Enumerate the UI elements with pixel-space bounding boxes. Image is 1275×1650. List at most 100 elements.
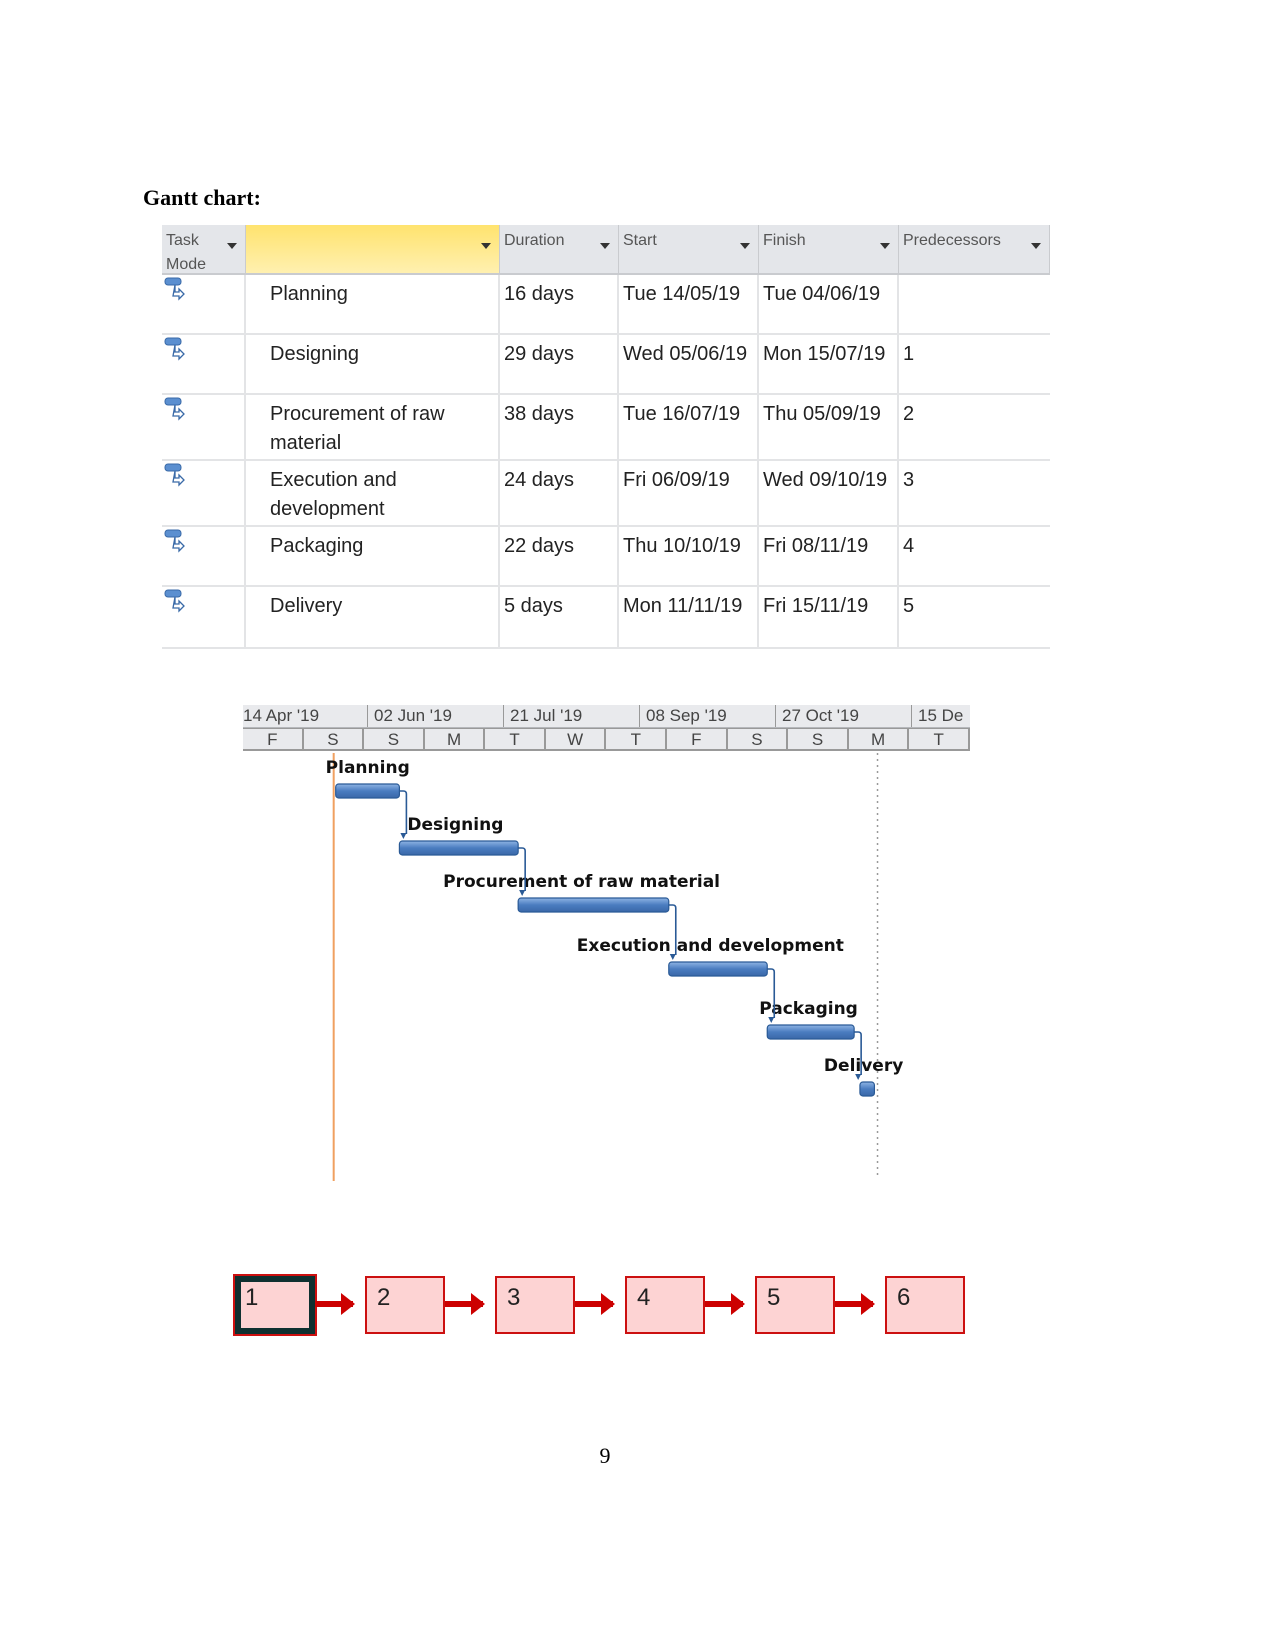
dropdown-arrow-icon[interactable] <box>481 243 491 249</box>
duration-cell[interactable]: 24 days <box>500 461 619 525</box>
task-mode-cell[interactable] <box>162 461 246 525</box>
task-name-cell[interactable]: Designing <box>246 335 500 393</box>
dependency-arrow-icon <box>519 890 526 896</box>
predecessors-cell[interactable]: 3 <box>899 461 1050 525</box>
task-bar-label: Execution and development <box>577 936 844 956</box>
task-name-cell[interactable]: Delivery <box>246 587 500 647</box>
predecessors-cell[interactable] <box>899 275 1050 333</box>
start-cell[interactable]: Fri 06/09/19 <box>619 461 759 525</box>
table-header: Task Mode Duration Start Finish Predeces… <box>162 225 1050 275</box>
network-diagram: 1 2 3 4 5 6 <box>233 1274 970 1336</box>
network-arrow-icon <box>575 1293 615 1315</box>
dependency-arrow-icon <box>669 954 676 960</box>
page-number: 9 <box>599 1443 611 1468</box>
predecessors-cell[interactable]: 5 <box>899 587 1050 647</box>
dependency-arrow-icon <box>855 1074 862 1080</box>
finish-cell[interactable]: Tue 04/06/19 <box>759 275 899 333</box>
task-mode-cell[interactable] <box>162 275 246 333</box>
task-bar <box>859 1081 876 1097</box>
start-cell[interactable]: Wed 05/06/19 <box>619 335 759 393</box>
predecessors-cell[interactable]: 4 <box>899 527 1050 585</box>
col-header-task-name[interactable] <box>246 225 500 273</box>
network-node-label: 1 <box>245 1284 259 1311</box>
col-header-duration[interactable]: Duration <box>500 225 619 273</box>
network-node-label: 5 <box>767 1284 781 1311</box>
auto-scheduled-task-icon <box>164 337 185 361</box>
auto-scheduled-task-icon <box>164 529 185 553</box>
network-node-label: 2 <box>377 1284 391 1311</box>
auto-scheduled-task-icon <box>164 463 185 487</box>
auto-scheduled-task-icon <box>164 397 185 421</box>
gantt-plot: Planning Designing Procurement of raw mate… <box>326 753 903 1181</box>
section-heading: Gantt chart: <box>143 185 261 210</box>
start-cell[interactable]: Thu 10/10/19 <box>619 527 759 585</box>
duration-cell[interactable]: 38 days <box>500 395 619 459</box>
finish-cell[interactable]: Wed 09/10/19 <box>759 461 899 525</box>
predecessors-cell[interactable]: 2 <box>899 395 1050 459</box>
table-row[interactable]: Packaging 22 days Thu 10/10/19 Fri 08/11/19… <box>162 527 1050 587</box>
task-bar-label: Planning <box>326 758 410 778</box>
task-mode-cell[interactable] <box>162 395 246 459</box>
dropdown-arrow-icon[interactable] <box>227 243 237 249</box>
task-mode-cell[interactable] <box>162 527 246 585</box>
network-arrow-icon <box>705 1293 745 1315</box>
finish-cell[interactable]: Thu 05/09/19 <box>759 395 899 459</box>
task-name-cell[interactable]: Planning <box>246 275 500 333</box>
col-header-finish[interactable]: Finish <box>759 225 899 273</box>
task-name-cell[interactable]: Packaging <box>246 527 500 585</box>
start-cell[interactable]: Mon 11/11/19 <box>619 587 759 647</box>
gantt-chart: 14 Apr '19 02 Jun '19 21 Jul '19 08 Sep '19… <box>243 705 970 1185</box>
dropdown-arrow-icon[interactable] <box>880 243 890 249</box>
dependency-link <box>399 790 408 834</box>
dropdown-arrow-icon[interactable] <box>740 243 750 249</box>
auto-scheduled-task-icon <box>164 277 185 301</box>
network-arrow-icon <box>315 1293 355 1315</box>
network-node[interactable]: 2 <box>365 1276 445 1334</box>
dependency-arrow-icon <box>400 833 407 839</box>
table-body: Planning 16 days Tue 14/05/19 Tue 04/06/19 D… <box>162 275 1050 649</box>
dependency-arrow-icon <box>768 1017 775 1023</box>
task-table: Task Mode Duration Start Finish Predeces… <box>162 225 1050 649</box>
col-header-task-mode[interactable]: Task Mode <box>162 225 246 273</box>
predecessors-cell[interactable]: 1 <box>899 335 1050 393</box>
dropdown-arrow-icon[interactable] <box>1031 243 1041 249</box>
duration-cell[interactable]: 5 days <box>500 587 619 647</box>
start-cell[interactable]: Tue 14/05/19 <box>619 275 759 333</box>
task-bar <box>766 1024 855 1040</box>
table-row[interactable]: Designing 29 days Wed 05/06/19 Mon 15/07/19… <box>162 335 1050 395</box>
network-node-label: 3 <box>507 1284 521 1311</box>
network-node[interactable]: 6 <box>885 1276 965 1334</box>
network-node-label: 6 <box>897 1284 911 1311</box>
table-row[interactable]: Delivery 5 days Mon 11/11/19 Fri 15/11/19 5 <box>162 587 1050 649</box>
task-mode-cell[interactable] <box>162 587 246 647</box>
task-name-cell[interactable]: Procurement of raw material <box>246 395 500 459</box>
task-bar-label: Delivery <box>824 1056 903 1076</box>
network-node[interactable]: 5 <box>755 1276 835 1334</box>
table-row[interactable]: Planning 16 days Tue 14/05/19 Tue 04/06/19 <box>162 275 1050 335</box>
task-name-cell[interactable]: Execution and development <box>246 461 500 525</box>
task-bar-label: Designing <box>407 815 503 835</box>
network-node[interactable]: 1 <box>233 1274 317 1336</box>
task-bar <box>517 897 670 913</box>
col-header-predecessors[interactable]: Predecessors <box>899 225 1050 273</box>
network-arrow-icon <box>835 1293 875 1315</box>
finish-cell[interactable]: Fri 15/11/19 <box>759 587 899 647</box>
finish-cell[interactable]: Fri 08/11/19 <box>759 527 899 585</box>
table-row[interactable]: Execution and development 24 days Fri 06/0… <box>162 461 1050 527</box>
duration-cell[interactable]: 29 days <box>500 335 619 393</box>
col-header-start[interactable]: Start <box>619 225 759 273</box>
auto-scheduled-task-icon <box>164 589 185 613</box>
task-mode-cell[interactable] <box>162 335 246 393</box>
duration-cell[interactable]: 22 days <box>500 527 619 585</box>
dropdown-arrow-icon[interactable] <box>600 243 610 249</box>
network-node-label: 4 <box>637 1284 651 1311</box>
network-node[interactable]: 4 <box>625 1276 705 1334</box>
start-cell[interactable]: Tue 16/07/19 <box>619 395 759 459</box>
task-bar-label: Procurement of raw material <box>443 872 720 892</box>
network-node[interactable]: 3 <box>495 1276 575 1334</box>
network-arrow-icon <box>445 1293 485 1315</box>
table-row[interactable]: Procurement of raw material 38 days Tue 16… <box>162 395 1050 461</box>
task-bar <box>668 961 768 977</box>
finish-cell[interactable]: Mon 15/07/19 <box>759 335 899 393</box>
duration-cell[interactable]: 16 days <box>500 275 619 333</box>
